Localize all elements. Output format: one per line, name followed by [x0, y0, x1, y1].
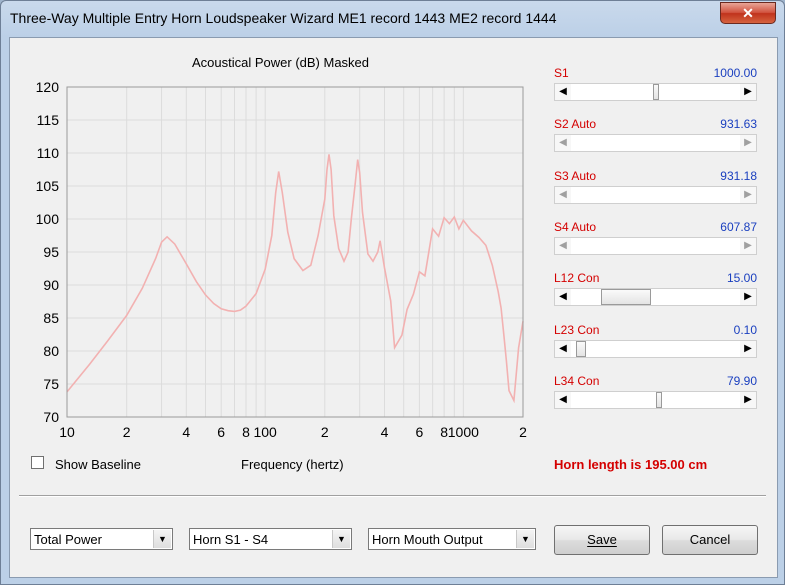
- cancel-button[interactable]: Cancel: [662, 525, 758, 555]
- x-tick-label: 2: [519, 424, 527, 440]
- x-tick-label: 6: [415, 424, 423, 440]
- y-tick-label: 90: [43, 277, 59, 293]
- scroll-right-arrow-icon[interactable]: ▶: [740, 237, 756, 254]
- close-button[interactable]: ✕: [720, 2, 776, 24]
- x-tick-label: 100: [253, 424, 277, 440]
- scroll-left-arrow-icon[interactable]: ◀: [555, 237, 571, 254]
- y-tick-label: 110: [37, 145, 60, 161]
- horn-section-value: Horn S1 - S4: [193, 532, 269, 547]
- save-button[interactable]: Save: [554, 525, 650, 555]
- slider-value: 931.18: [720, 168, 757, 183]
- x-tick-label: 8: [242, 424, 250, 440]
- scroll-right-arrow-icon[interactable]: ▶: [740, 135, 756, 152]
- y-tick-label: 105: [36, 178, 60, 194]
- chevron-down-icon[interactable]: ▼: [332, 530, 350, 548]
- output-value: Horn Mouth Output: [372, 532, 483, 547]
- power-type-dropdown[interactable]: Total Power ▼: [30, 528, 173, 550]
- slider-track[interactable]: ◀ ▶: [554, 288, 757, 307]
- dialog-client-area: Acoustical Power (dB) Masked 120 115 110 10…: [9, 37, 778, 578]
- scroll-right-arrow-icon[interactable]: ▶: [740, 84, 756, 100]
- x-tick-label: 4: [381, 424, 389, 440]
- horn-length-text: Horn length is 195.00 cm: [554, 457, 708, 472]
- slider-track[interactable]: ◀ ▶: [554, 134, 757, 153]
- scroll-left-arrow-icon[interactable]: ◀: [555, 186, 571, 203]
- slider-track[interactable]: ◀ ▶: [554, 390, 757, 409]
- y-tick-label: 115: [37, 112, 60, 128]
- window-title: Three-Way Multiple Entry Horn Loudspeake…: [10, 10, 557, 26]
- scroll-right-arrow-icon[interactable]: ▶: [740, 289, 756, 306]
- slider-label: S4 Auto: [554, 219, 597, 234]
- y-tick-label: 85: [43, 310, 59, 326]
- power-type-value: Total Power: [34, 532, 102, 547]
- slider-track[interactable]: ◀ ▶: [554, 236, 757, 255]
- y-tick-label: 80: [43, 343, 59, 359]
- scroll-left-arrow-icon[interactable]: ◀: [555, 391, 571, 408]
- x-axis-label: Frequency (hertz): [241, 457, 344, 472]
- slider-track[interactable]: ◀ ▶: [554, 185, 757, 204]
- scroll-right-arrow-icon[interactable]: ▶: [740, 186, 756, 203]
- slider-label: L34 Con: [554, 373, 600, 388]
- scroll-left-arrow-icon[interactable]: ◀: [555, 289, 571, 306]
- x-tick-label: 4: [182, 424, 190, 440]
- slider-thumb[interactable]: [655, 391, 662, 408]
- slider-thumb[interactable]: [575, 340, 586, 357]
- chevron-down-icon[interactable]: ▼: [153, 530, 171, 548]
- scroll-left-arrow-icon[interactable]: ◀: [555, 135, 571, 152]
- y-tick-label: 100: [36, 211, 60, 227]
- wizard-window: Three-Way Multiple Entry Horn Loudspeake…: [0, 0, 785, 585]
- x-axis-ticks: 10 2 4 6 8 100 2 4 6 8 1000 2: [59, 424, 527, 440]
- title-bar[interactable]: Three-Way Multiple Entry Horn Loudspeake…: [1, 1, 784, 37]
- y-tick-label: 95: [43, 244, 59, 260]
- slider-label: L23 Con: [554, 322, 600, 337]
- x-tick-label: 2: [123, 424, 131, 440]
- x-tick-label: 2: [321, 424, 329, 440]
- y-tick-label: 75: [43, 376, 59, 392]
- slider-thumb[interactable]: [652, 84, 659, 100]
- show-baseline-checkbox[interactable]: [31, 456, 44, 469]
- y-tick-label: 120: [36, 79, 60, 95]
- slider-label: L12 Con: [554, 271, 600, 286]
- scroll-right-arrow-icon[interactable]: ▶: [740, 391, 756, 408]
- slider-value: 15.00: [726, 271, 757, 286]
- scroll-left-arrow-icon[interactable]: ◀: [555, 340, 571, 357]
- scroll-left-arrow-icon[interactable]: ◀: [555, 84, 571, 100]
- output-dropdown[interactable]: Horn Mouth Output ▼: [368, 528, 536, 550]
- x-tick-label: 1000: [448, 424, 479, 440]
- slider-value: 79.90: [726, 373, 757, 388]
- show-baseline-label[interactable]: Show Baseline: [55, 457, 141, 472]
- horn-section-dropdown[interactable]: Horn S1 - S4 ▼: [189, 528, 352, 550]
- save-button-label: Save: [587, 532, 617, 547]
- y-tick-label: 70: [43, 409, 59, 425]
- chevron-down-icon[interactable]: ▼: [516, 530, 534, 548]
- slider-track[interactable]: ◀ ▶: [554, 83, 757, 101]
- slider-value: 0.10: [733, 322, 757, 337]
- slider-label: S2 Auto: [554, 117, 597, 132]
- divider: [19, 495, 766, 497]
- slider-track[interactable]: ◀ ▶: [554, 339, 757, 358]
- slider-label: S1: [554, 66, 569, 80]
- slider-value: 607.87: [720, 219, 757, 234]
- x-tick-label: 10: [59, 424, 75, 440]
- y-axis-ticks: 120 115 110 105 100 95 90 85 80 75 70: [36, 79, 60, 425]
- slider-label: S3 Auto: [554, 168, 597, 183]
- slider-value: 931.63: [720, 117, 757, 132]
- scroll-right-arrow-icon[interactable]: ▶: [740, 340, 756, 357]
- slider-value: 1000.00: [713, 66, 757, 80]
- chart-grid: [66, 86, 524, 418]
- slider-thumb[interactable]: [600, 289, 651, 306]
- x-tick-label: 6: [217, 424, 225, 440]
